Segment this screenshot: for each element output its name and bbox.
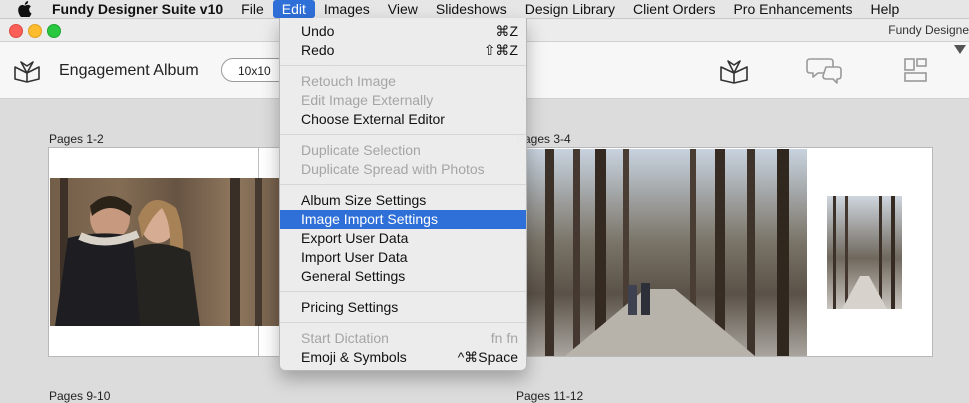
menu-item-undo[interactable]: Undo ⌘Z	[280, 22, 526, 41]
menu-pro-enhancements[interactable]: Pro Enhancements	[724, 0, 861, 18]
menu-file[interactable]: File	[232, 0, 273, 18]
menu-slideshows[interactable]: Slideshows	[427, 0, 516, 18]
chat-bubbles-icon[interactable]	[806, 56, 842, 89]
chevron-down-icon[interactable]	[954, 42, 966, 60]
menu-item-image-import-settings[interactable]: Image Import Settings	[280, 210, 526, 229]
menu-item-redo[interactable]: Redo ⇧⌘Z	[280, 41, 526, 60]
spread-pages-3-4[interactable]	[510, 147, 933, 357]
menu-item-retouch-image: Retouch Image	[301, 73, 396, 89]
menu-item-pricing-settings[interactable]: Pricing Settings	[280, 298, 526, 317]
menu-item-emoji-symbols[interactable]: Emoji & Symbols ^⌘Space	[280, 348, 526, 367]
menu-view[interactable]: View	[379, 0, 427, 18]
menu-separator	[280, 184, 526, 185]
zoom-window-button[interactable]	[47, 24, 61, 38]
album-book-icon[interactable]	[12, 59, 42, 88]
spread-label: Pages 11-12	[516, 389, 584, 403]
close-window-button[interactable]	[9, 24, 23, 38]
menu-separator	[280, 65, 526, 66]
menu-separator	[280, 322, 526, 323]
spread-label: Pages 9-10	[49, 389, 111, 403]
menu-item-start-dictation: Start Dictation fn fn	[301, 330, 518, 346]
menu-app-name[interactable]: Fundy Designer Suite v10	[52, 0, 232, 18]
menu-item-edit-image-externally: Edit Image Externally	[301, 92, 434, 108]
menu-help[interactable]: Help	[862, 0, 909, 18]
spread-label: Pages 1-2	[49, 132, 104, 146]
window-title: Fundy Designe	[888, 23, 969, 37]
menu-item-album-size-settings[interactable]: Album Size Settings	[280, 191, 526, 210]
minimize-window-button[interactable]	[28, 24, 42, 38]
album-book-icon[interactable]	[718, 58, 750, 89]
menu-bar: Fundy Designer Suite v10 File Edit Image…	[0, 0, 969, 19]
forest-path-photo[interactable]	[525, 149, 807, 356]
menu-item-import-user-data[interactable]: Import User Data	[280, 248, 526, 267]
menu-item-general-settings[interactable]: General Settings	[280, 267, 526, 286]
album-title: Engagement Album	[59, 62, 199, 79]
menu-client-orders[interactable]: Client Orders	[624, 0, 724, 18]
menu-separator	[280, 291, 526, 292]
menu-item-duplicate-selection: Duplicate Selection	[301, 142, 421, 158]
menu-item-export-user-data[interactable]: Export User Data	[280, 229, 526, 248]
menu-separator	[280, 134, 526, 135]
menu-edit[interactable]: Edit	[272, 0, 315, 18]
forest-path-thumbnail[interactable]	[827, 196, 902, 309]
apple-logo-icon[interactable]	[18, 0, 36, 18]
edit-menu: Undo ⌘Z Redo ⇧⌘Z Retouch Image Edit Imag…	[279, 18, 527, 371]
menu-images[interactable]: Images	[315, 0, 379, 18]
menu-item-duplicate-spread: Duplicate Spread with Photos	[301, 161, 485, 177]
layout-icon[interactable]	[902, 57, 930, 90]
menu-design-library[interactable]: Design Library	[516, 0, 624, 18]
menu-item-choose-external-editor[interactable]: Choose External Editor	[280, 110, 526, 129]
couple-photo[interactable]	[50, 178, 280, 326]
